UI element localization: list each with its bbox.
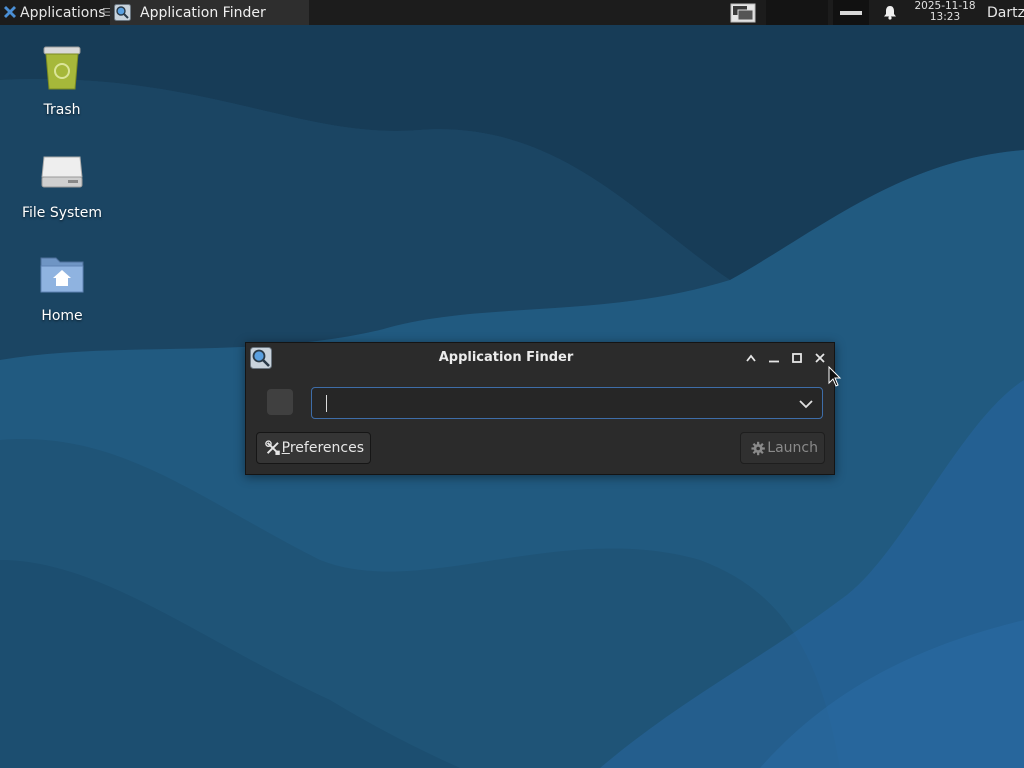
clock-time: 13:23 <box>929 11 961 23</box>
text-caret <box>326 395 327 412</box>
window-titlebar[interactable]: Application Finder <box>246 343 834 373</box>
combobox-dropdown-button[interactable] <box>796 394 816 414</box>
workspace-icon <box>730 3 756 22</box>
trash-icon <box>43 46 81 90</box>
user-menu-button[interactable]: Dartz <box>987 0 1024 25</box>
desktop-icon-file-system[interactable]: File System <box>10 147 114 221</box>
notifications-button[interactable] <box>878 0 902 25</box>
home-folder-icon <box>40 257 84 293</box>
search-row <box>246 387 834 421</box>
system-tray[interactable] <box>833 0 869 25</box>
panel-spacer <box>766 0 828 25</box>
mouse-pointer-icon <box>828 366 842 387</box>
top-panel: Applications ☰ Application Finder 2025-1… <box>0 0 1024 25</box>
gear-icon <box>751 441 765 455</box>
app-placeholder-icon <box>267 389 293 415</box>
close-button[interactable] <box>812 350 828 366</box>
xfce-logo-icon <box>4 5 16 18</box>
chevron-down-icon <box>799 399 813 408</box>
desktop-icon-label: Home <box>41 308 83 324</box>
desktop-icon-label: Trash <box>43 102 81 118</box>
close-icon <box>815 353 825 363</box>
preferences-button[interactable]: Preferences <box>256 432 371 464</box>
window-title: Application Finder <box>438 350 574 365</box>
launch-button[interactable]: Launch <box>740 432 825 464</box>
panel-separator-icon: ☰ <box>102 6 112 19</box>
minimize-button[interactable] <box>766 350 782 366</box>
launch-label: Launch <box>767 440 818 456</box>
maximize-button[interactable] <box>789 350 805 366</box>
panel-clock[interactable]: 2025-11-18 13:23 <box>908 1 982 23</box>
application-finder-window: Application Finder Preferences Launch <box>245 342 835 475</box>
app-finder-icon <box>114 4 131 21</box>
maximize-icon <box>792 353 802 363</box>
tray-indicator-icon <box>840 10 862 15</box>
bell-icon <box>884 6 896 20</box>
drive-icon <box>41 156 83 188</box>
workspace-switcher[interactable] <box>728 0 758 25</box>
applications-menu-label: Applications <box>20 4 106 21</box>
minimize-icon <box>769 360 779 363</box>
applications-menu-button[interactable]: Applications <box>0 0 106 25</box>
desktop-icon-label: File System <box>21 205 103 221</box>
chevron-up-icon <box>746 354 756 362</box>
user-name: Dartz <box>987 4 1024 21</box>
desktop-icon-trash[interactable]: Trash <box>10 44 114 118</box>
taskbar-item-application-finder[interactable]: Application Finder <box>110 0 309 25</box>
preferences-label: Preferences <box>281 440 364 456</box>
taskbar-item-label: Application Finder <box>140 4 266 21</box>
shade-button[interactable] <box>743 350 759 366</box>
command-input[interactable] <box>312 388 782 418</box>
preferences-tools-icon <box>265 440 280 455</box>
command-combobox[interactable] <box>311 387 823 419</box>
desktop-icon-home[interactable]: Home <box>10 250 114 324</box>
